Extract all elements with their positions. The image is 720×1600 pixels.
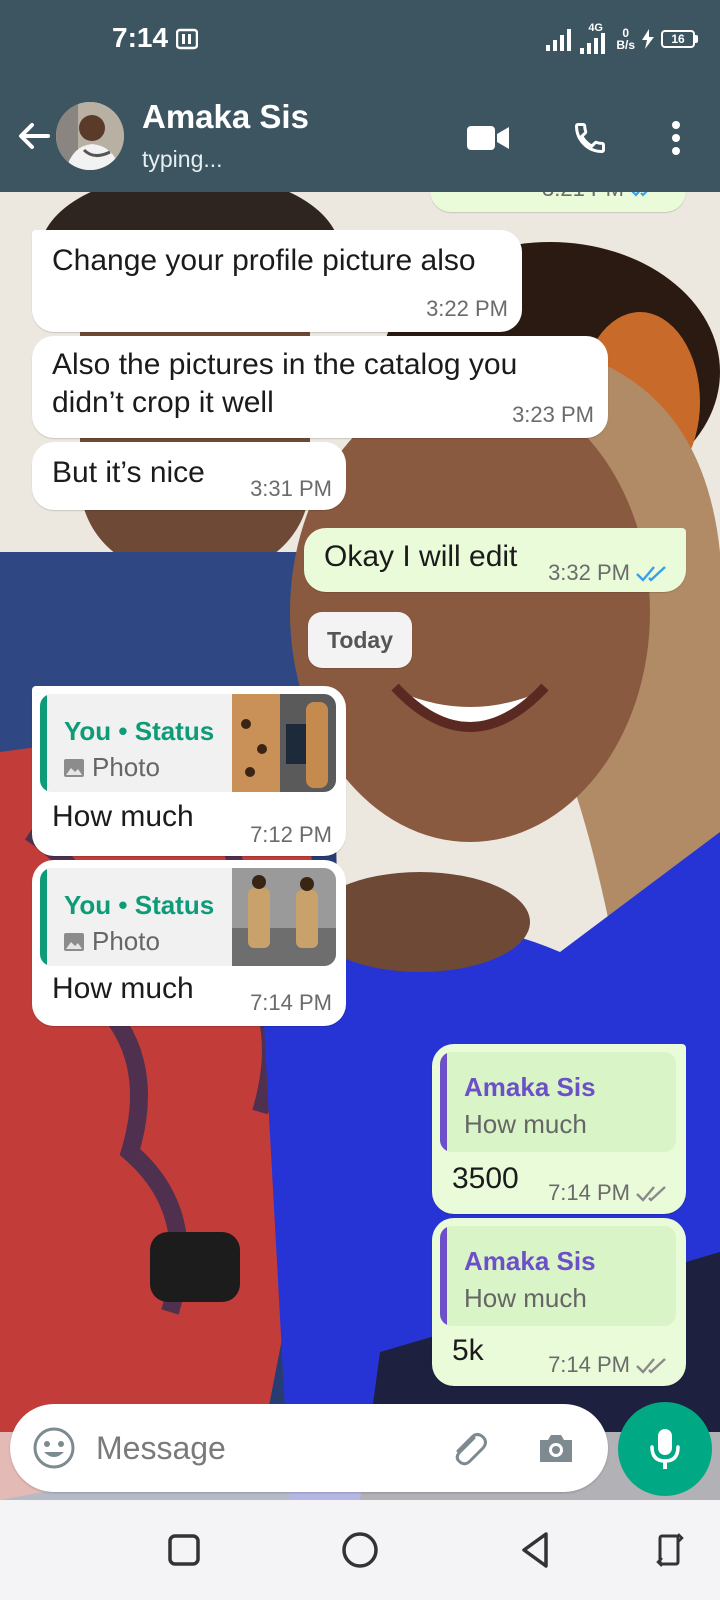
quote-title: Amaka Sis (464, 1246, 596, 1276)
double-tick-delivered-icon (636, 1358, 666, 1374)
quote-title: You • Status (64, 716, 215, 746)
message-time: 3:22 PM (426, 296, 508, 321)
back-nav-icon[interactable] (514, 1528, 558, 1572)
quote-subtitle: Photo (64, 752, 160, 783)
status-thumbnail (232, 868, 336, 966)
message-composer (10, 1404, 608, 1492)
contact-status: typing... (142, 146, 223, 172)
quote-subtitle-text: Photo (92, 926, 160, 956)
message-text: Change your profile picture also (52, 244, 476, 277)
message-bubble-outgoing-reply[interactable]: Amaka Sis How much 3500 7:14 PM (432, 1044, 686, 1214)
message-time: 7:14 PM (548, 1180, 670, 1206)
message-time-text: 7:14 PM (548, 1180, 630, 1205)
message-time-text: 7:14 PM (548, 1352, 630, 1377)
message-bubble-incoming[interactable]: Change your profile picture also 3:22 PM (32, 230, 522, 332)
quote-title: You • Status (64, 890, 215, 920)
quote-title: Amaka Sis (464, 1072, 596, 1102)
contact-avatar[interactable] (56, 102, 124, 170)
home-icon[interactable] (338, 1528, 382, 1572)
status-quote[interactable]: You • Status Photo (40, 868, 336, 966)
message-text: How much (52, 972, 194, 1005)
message-input[interactable] (96, 1426, 426, 1470)
message-text-line: didn’t crop it well (52, 386, 274, 419)
status-right: 4G 0 B/s 16 (546, 22, 698, 56)
message-time: 7:12 PM (250, 822, 332, 847)
message-time: 3:23 PM (512, 402, 594, 427)
battery-level: 16 (661, 30, 695, 48)
message-time: 3:31 PM (250, 476, 332, 501)
voice-call-button[interactable] (566, 114, 614, 162)
message-time: 3:32 PM (548, 560, 670, 586)
message-text: 5k (452, 1334, 484, 1367)
notification-icon (176, 28, 198, 50)
paperclip-icon[interactable] (446, 1426, 490, 1470)
photo-icon (64, 932, 84, 951)
double-tick-delivered-icon (636, 1186, 666, 1202)
contact-name[interactable]: Amaka Sis (142, 98, 309, 136)
video-camera-icon (467, 126, 509, 150)
message-text: How much (52, 800, 194, 833)
quote-accent-bar (40, 694, 47, 792)
reply-quote[interactable]: Amaka Sis How much (440, 1226, 676, 1326)
microphone-icon (650, 1429, 680, 1469)
quote-accent-bar (440, 1226, 447, 1326)
message-text: Okay I will edit (324, 540, 518, 573)
voice-record-button[interactable] (618, 1402, 712, 1496)
photo-icon (64, 758, 84, 777)
message-bubble-outgoing-reply[interactable]: Amaka Sis How much 5k 7:14 PM (432, 1218, 686, 1386)
message-bubble-incoming[interactable]: But it’s nice 3:31 PM (32, 442, 346, 510)
phone-icon (574, 123, 605, 154)
message-bubble-status-reply[interactable]: You • Status Photo How much 7:14 PM (32, 860, 346, 1026)
quote-accent-bar (440, 1052, 447, 1152)
quote-text: How much (464, 1283, 587, 1313)
date-separator: Today (308, 612, 412, 668)
message-text-line: Also the pictures in the catalog you (52, 348, 518, 381)
video-call-button[interactable] (464, 114, 512, 162)
emoji-icon[interactable] (32, 1426, 76, 1470)
signal-4g-icon: 4G (580, 22, 610, 54)
more-options-button[interactable] (652, 114, 700, 162)
status-quote[interactable]: You • Status Photo (40, 694, 336, 792)
message-time: 7:14 PM (250, 990, 332, 1015)
rotate-screen-icon[interactable] (648, 1528, 692, 1572)
message-time: 7:14 PM (548, 1352, 670, 1378)
message-text: But it’s nice (52, 456, 205, 489)
signal-icon (546, 29, 572, 51)
message-text: 3500 (452, 1162, 519, 1195)
message-bubble-status-reply[interactable]: You • Status Photo How much 7:12 PM (32, 686, 346, 856)
net-speed: 0 B/s (616, 27, 635, 51)
quote-subtitle: Photo (64, 926, 160, 957)
reply-quote[interactable]: Amaka Sis How much (440, 1052, 676, 1152)
battery-icon: 16 (661, 30, 698, 48)
system-navigation-bar (0, 1500, 720, 1600)
double-tick-read-icon (636, 566, 666, 582)
message-bubble-incoming[interactable]: Also the pictures in the catalog you did… (32, 336, 608, 438)
message-bubble-outgoing[interactable]: Okay I will edit 3:32 PM (304, 528, 686, 592)
message-time-text: 3:32 PM (548, 560, 630, 585)
arrow-left-icon[interactable] (14, 116, 54, 156)
recent-apps-icon[interactable] (162, 1528, 206, 1572)
more-vert-icon (672, 121, 680, 155)
quote-accent-bar (40, 868, 47, 966)
charging-icon (642, 29, 654, 49)
status-time: 7:14 (112, 22, 169, 53)
net-speed-unit: B/s (616, 38, 635, 52)
status-thumbnail (232, 694, 336, 792)
quote-text: How much (464, 1109, 587, 1139)
quote-subtitle-text: Photo (92, 752, 160, 782)
camera-icon[interactable] (534, 1426, 578, 1470)
app-header: 7:14 4G 0 B/s 16 Amaka Sis typing... (0, 0, 720, 192)
